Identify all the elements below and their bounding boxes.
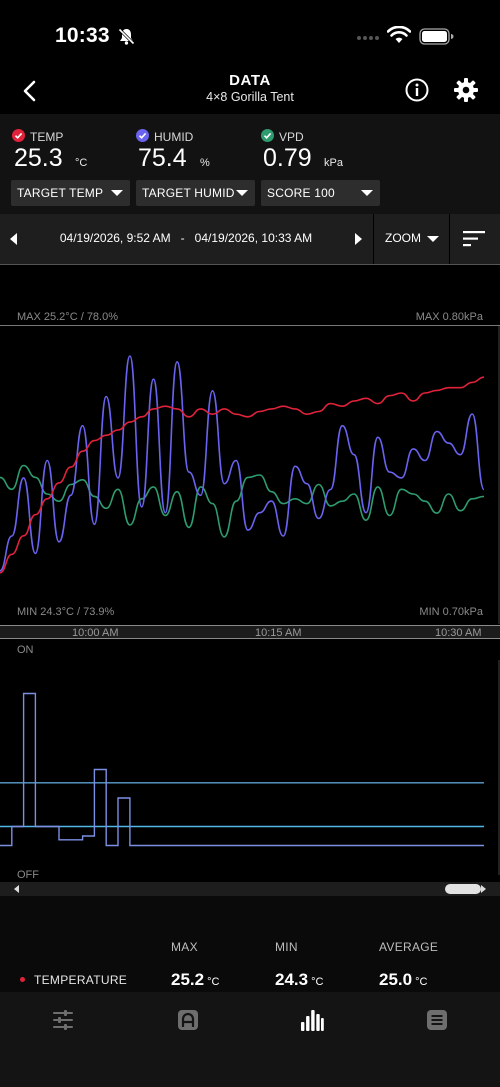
metric-humid-value: 75.4 xyxy=(138,144,187,172)
divider xyxy=(0,264,500,265)
metrics-panel: TEMP 25.3 °C HUMID 75.4 % VPD 0.79 kPa T… xyxy=(0,114,500,214)
summary-average-value: 25.0 °C xyxy=(379,970,427,990)
nav-header: DATA 4×8 Gorilla Tent xyxy=(0,70,500,114)
device-onoff-chart[interactable] xyxy=(0,660,500,875)
off-label: OFF xyxy=(17,869,39,881)
summary-row-label: TEMPERATURE xyxy=(34,973,128,987)
chevron-down-icon xyxy=(111,190,123,196)
date-end: 04/19/2026, 10:33 AM xyxy=(194,231,313,245)
check-circle-icon xyxy=(136,129,149,142)
scroll-thumb[interactable] xyxy=(445,884,481,894)
metric-temp-value: 25.3 xyxy=(14,144,63,172)
summary-header-max: MAX xyxy=(171,940,198,954)
check-circle-icon xyxy=(12,129,25,142)
time-tick: 10:15 AM xyxy=(255,627,302,639)
unit: °C xyxy=(415,976,428,988)
average-number: 25.0 xyxy=(379,970,413,989)
zoom-label: ZOOM xyxy=(385,231,421,245)
metric-temp-unit: °C xyxy=(75,157,88,169)
temperature-dot xyxy=(20,977,25,982)
max-right-caption: MAX 0.80kPa xyxy=(415,311,483,323)
prev-range-icon[interactable] xyxy=(10,233,17,245)
gear-icon[interactable] xyxy=(453,77,479,103)
list-icon[interactable] xyxy=(425,1008,449,1032)
device-icon[interactable] xyxy=(176,1008,200,1032)
min-right-caption: MIN 0.70kPa xyxy=(419,606,483,618)
max-number: 25.2 xyxy=(171,970,205,989)
device1-series-line xyxy=(0,692,484,847)
metric-temp-label: TEMP xyxy=(30,130,64,144)
summary-max-value: 25.2 °C xyxy=(171,970,219,990)
check-circle-icon xyxy=(261,129,274,142)
chevron-down-icon xyxy=(361,190,373,196)
status-time: 10:33 xyxy=(55,24,110,47)
info-icon[interactable] xyxy=(404,77,430,103)
metric-vpd-value: 0.79 xyxy=(263,144,312,172)
metric-humid-unit: % xyxy=(200,157,210,169)
chart-scrollbar[interactable] xyxy=(0,882,500,896)
min-number: 24.3 xyxy=(275,970,309,989)
date-range-bar: 04/19/2026, 9:52 AM - 04/19/2026, 10:33 … xyxy=(0,214,500,264)
target-temp-label: TARGET TEMP xyxy=(17,186,104,200)
environment-line-chart[interactable] xyxy=(0,326,500,624)
date-start: 04/19/2026, 9:52 AM xyxy=(59,231,171,245)
date-separator: - xyxy=(180,231,185,245)
wifi-icon xyxy=(387,26,411,43)
metric-vpd-unit: kPa xyxy=(324,157,343,169)
status-bar: 10:33 xyxy=(0,0,500,70)
target-humid-label: TARGET HUMID xyxy=(142,186,235,200)
temp-series-line xyxy=(0,376,485,574)
scroll-right-icon[interactable] xyxy=(481,885,486,893)
next-range-icon[interactable] xyxy=(355,233,362,245)
bell-muted-icon xyxy=(118,28,135,45)
summary-min-value: 24.3 °C xyxy=(275,970,323,990)
metric-humid-label: HUMID xyxy=(154,130,194,144)
unit: °C xyxy=(311,976,324,988)
max-left-caption: MAX 25.2°C / 78.0% xyxy=(17,311,119,323)
time-axis: 10:00 AM 10:15 AM 10:30 AM xyxy=(0,625,500,639)
summary-header-average: AVERAGE xyxy=(379,940,439,954)
chevron-down-icon xyxy=(427,236,439,242)
target-humid-dropdown[interactable]: TARGET HUMID xyxy=(136,180,255,206)
unit: °C xyxy=(207,976,220,988)
sort-icon[interactable] xyxy=(462,230,486,248)
target-temp-dropdown[interactable]: TARGET TEMP xyxy=(11,180,130,206)
sliders-icon[interactable] xyxy=(51,1008,75,1032)
bar-chart-icon[interactable] xyxy=(300,1008,324,1032)
time-tick: 10:00 AM xyxy=(72,627,119,639)
time-tick: 10:30 AM xyxy=(435,627,482,639)
zoom-dropdown[interactable]: ZOOM xyxy=(373,214,450,264)
on-label: ON xyxy=(17,644,34,656)
date-range[interactable]: 04/19/2026, 9:52 AM - 04/19/2026, 10:33 … xyxy=(26,231,346,245)
score-dropdown[interactable]: SCORE 100 xyxy=(261,180,380,206)
humid-series-line xyxy=(0,355,485,572)
chevron-down-icon xyxy=(236,190,248,196)
summary-header-min: MIN xyxy=(275,940,298,954)
min-left-caption: MIN 24.3°C / 73.9% xyxy=(17,606,115,618)
bottom-tab-bar xyxy=(0,992,500,1087)
battery-icon xyxy=(419,28,454,45)
scroll-left-icon[interactable] xyxy=(14,885,19,893)
metric-vpd-label: VPD xyxy=(279,130,304,144)
score-label: SCORE 100 xyxy=(267,186,335,200)
signal-icon xyxy=(357,36,379,40)
